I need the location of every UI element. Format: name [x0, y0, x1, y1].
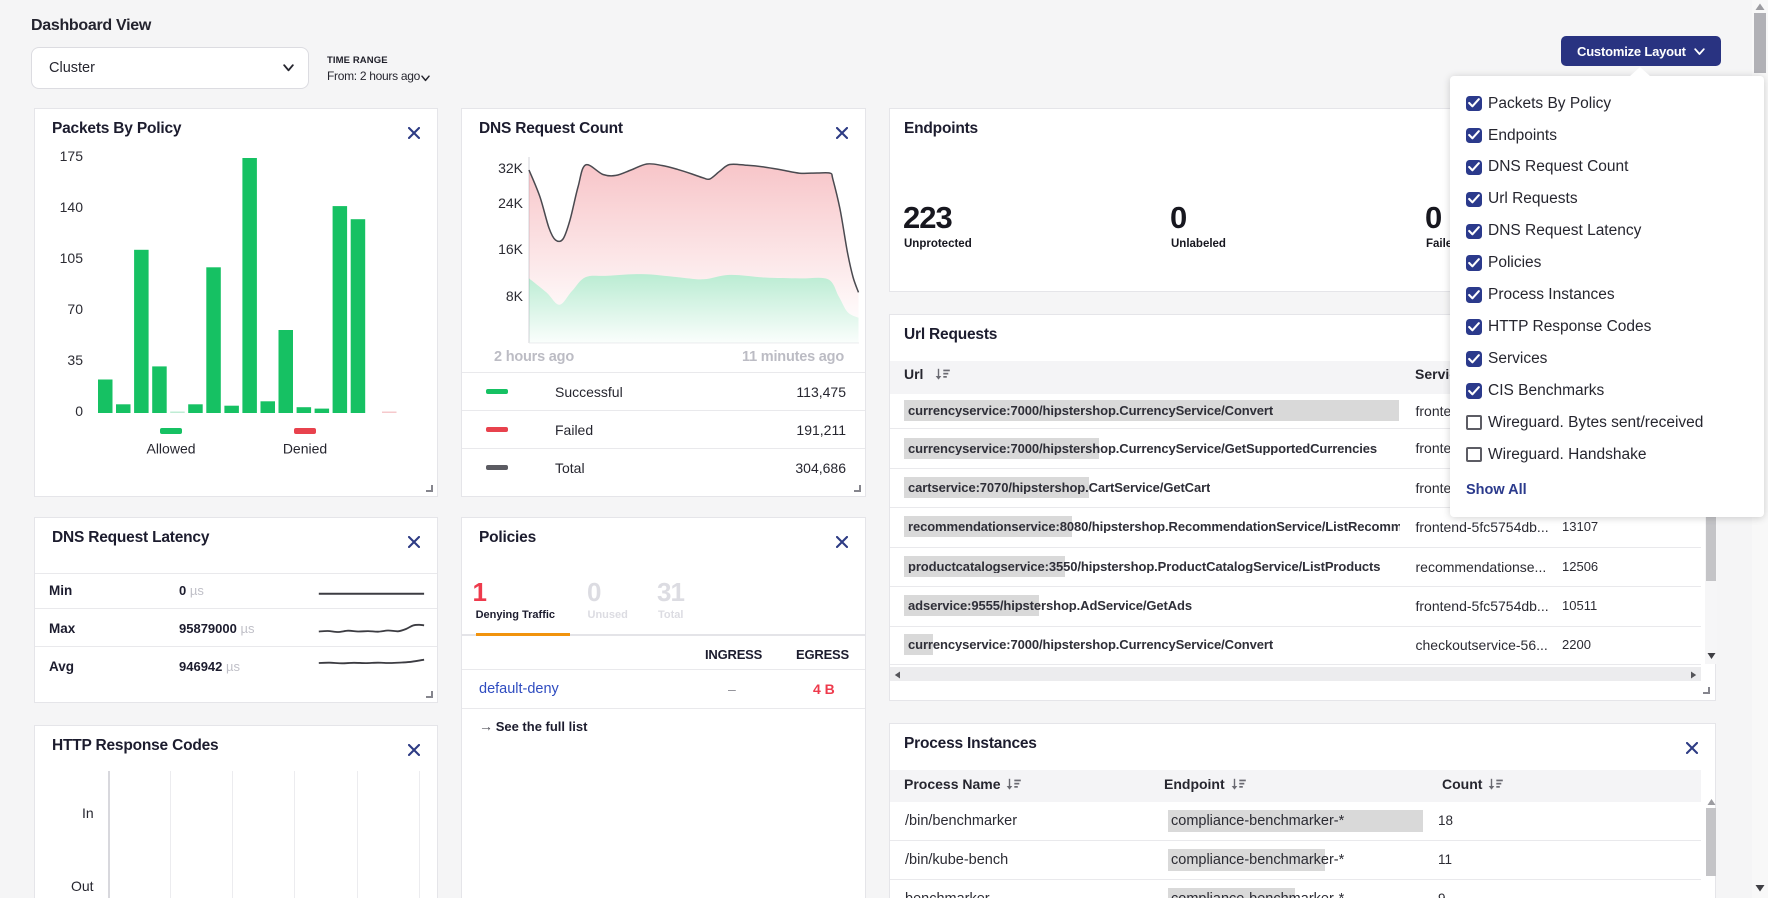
- svg-text:Denied: Denied: [283, 441, 327, 457]
- svg-text:35: 35: [67, 352, 83, 368]
- svg-text:Allowed: Allowed: [146, 441, 195, 457]
- svg-text:16K: 16K: [498, 241, 524, 257]
- svg-text:24K: 24K: [498, 195, 524, 211]
- svg-text:140: 140: [60, 199, 84, 215]
- svg-text:32K: 32K: [498, 160, 524, 176]
- svg-text:2 hours ago: 2 hours ago: [494, 349, 574, 365]
- svg-text:0: 0: [75, 403, 83, 419]
- svg-text:70: 70: [67, 301, 83, 317]
- svg-text:105: 105: [60, 250, 84, 266]
- svg-text:175: 175: [60, 148, 84, 164]
- svg-text:11 minutes ago: 11 minutes ago: [742, 349, 844, 365]
- svg-text:8K: 8K: [506, 288, 524, 304]
